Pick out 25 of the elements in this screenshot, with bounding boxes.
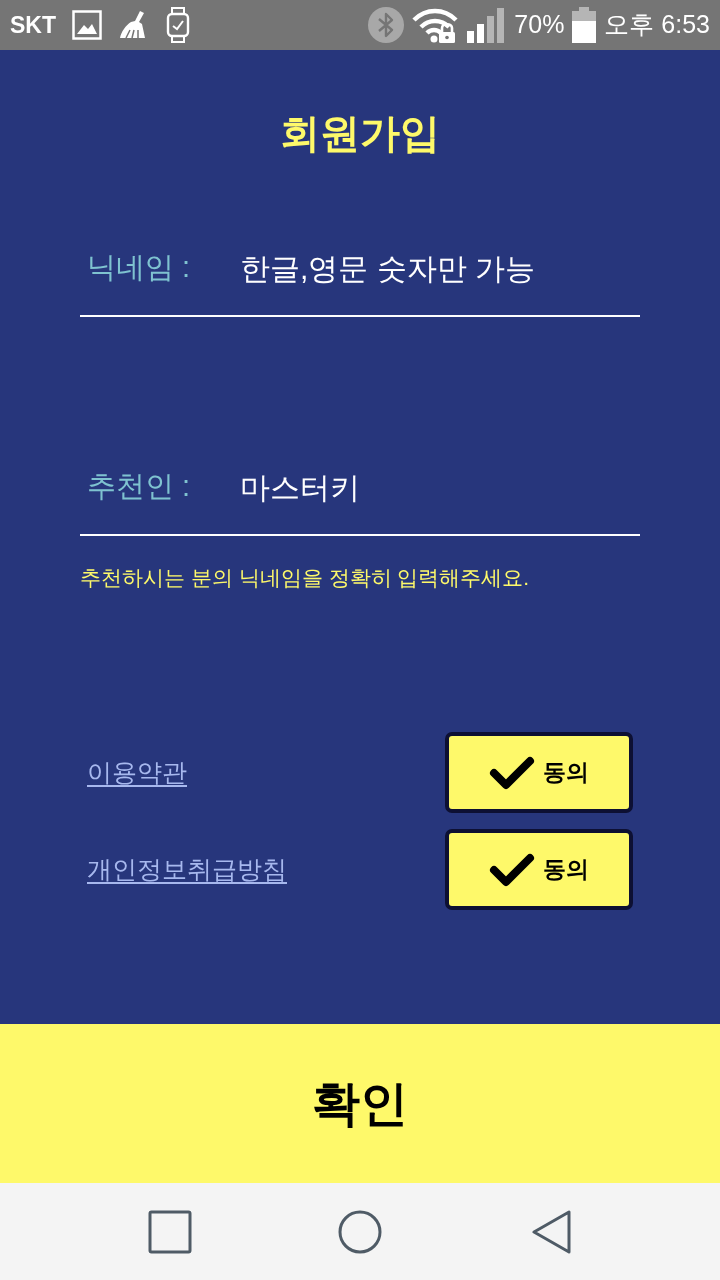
bluetooth-icon <box>368 7 405 43</box>
battery-percent: 70% <box>514 9 565 41</box>
signal-icon <box>466 7 507 43</box>
field-hint: 추천하시는 분의 닉네임을 정확히 입력해주세요. <box>80 565 531 591</box>
image-icon <box>72 10 102 40</box>
input-field[interactable]: 마스터키 <box>240 465 640 509</box>
field-label: 추천인 : <box>86 469 192 505</box>
check-icon <box>489 851 535 888</box>
confirm-button[interactable]: 확인 <box>0 1024 720 1183</box>
input-field[interactable]: 한글,영문 숫자만 가능 <box>240 246 640 290</box>
clock-time: 오후 6:53 <box>604 9 710 41</box>
field-label: 닉네임 : <box>86 250 192 286</box>
agree-button[interactable]: 동의 <box>445 732 633 813</box>
terms-link[interactable]: 개인정보취급방침 <box>87 850 287 889</box>
back-icon[interactable] <box>532 1209 572 1254</box>
check-icon <box>489 754 535 791</box>
recent-apps-icon[interactable] <box>148 1209 192 1254</box>
page-title: 회원가입 <box>279 110 441 157</box>
agree-button[interactable]: 동의 <box>445 829 633 910</box>
battery-icon <box>572 7 597 43</box>
watch-icon <box>166 7 190 43</box>
terms-link[interactable]: 이용약관 <box>87 753 187 792</box>
home-icon[interactable] <box>338 1209 382 1254</box>
carrier-name: SKT <box>10 10 56 40</box>
wifi-lock-icon <box>412 7 459 43</box>
